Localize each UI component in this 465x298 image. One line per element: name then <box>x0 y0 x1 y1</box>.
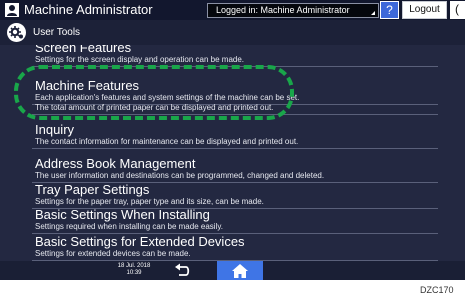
back-arrow-icon <box>175 263 190 276</box>
settings-menu-list: Screen Features Settings for the screen … <box>0 45 465 261</box>
menu-item-description: The contact information for maintenance … <box>35 137 299 146</box>
menu-item-description: Settings for extended devices can be mad… <box>35 249 191 258</box>
divider <box>32 114 438 115</box>
user-tools-icon <box>7 23 26 42</box>
menu-item-title: Inquiry <box>35 122 75 137</box>
menu-item-screen-features[interactable]: Screen Features Settings for the screen … <box>0 45 465 67</box>
figure-code: DZC170 <box>420 285 454 295</box>
date-time-display: 18 Jul. 2018 10:39 <box>112 263 156 277</box>
power-button[interactable]: ( <box>450 1 465 19</box>
menu-item-description: The total amount of printed paper can be… <box>35 103 274 112</box>
login-status-text: Logged in: Machine Administrator <box>216 5 350 15</box>
home-icon <box>232 264 248 278</box>
divider <box>32 66 438 67</box>
menu-item-title: Screen Features <box>35 45 132 55</box>
corner-arrow-icon <box>371 11 375 15</box>
menu-item-description: Settings for the screen display and oper… <box>35 55 245 64</box>
user-icon <box>5 3 19 17</box>
menu-item-basic-settings-when-installing[interactable]: Basic Settings When Installing Settings … <box>0 207 465 234</box>
power-icon: ( <box>455 2 459 16</box>
menu-item-title: Basic Settings for Extended Devices <box>35 234 245 249</box>
back-button[interactable] <box>172 263 192 279</box>
page-title: User Tools <box>33 27 81 38</box>
logout-label: Logout <box>409 4 440 15</box>
menu-item-description: The user information and destinations ca… <box>35 171 325 180</box>
menu-item-title: Address Book Management <box>35 156 196 171</box>
login-status-box[interactable]: Logged in: Machine Administrator <box>207 3 379 18</box>
menu-item-title: Basic Settings When Installing <box>35 207 210 222</box>
menu-item-description: Settings required when installing can be… <box>35 222 223 231</box>
date-text: 18 Jul. 2018 <box>117 263 151 269</box>
help-label: ? <box>386 3 393 17</box>
help-button[interactable]: ? <box>380 1 399 19</box>
time-text: 10:39 <box>126 270 142 276</box>
title-bar: Machine Administrator Logged in: Machine… <box>0 0 465 20</box>
menu-item-title: Tray Paper Settings <box>35 182 150 197</box>
menu-item-description: Settings for the paper tray, paper type … <box>35 197 264 206</box>
screen: Machine Administrator Logged in: Machine… <box>0 0 465 298</box>
menu-item-inquiry[interactable]: Inquiry The contact information for main… <box>0 122 465 149</box>
sub-header: User Tools <box>0 20 465 45</box>
bottom-bar: 18 Jul. 2018 10:39 <box>0 261 465 280</box>
logout-button[interactable]: Logout <box>402 1 447 19</box>
home-button[interactable] <box>217 261 263 280</box>
app-title: Machine Administrator <box>24 2 153 17</box>
menu-item-basic-settings-extended-devices[interactable]: Basic Settings for Extended Devices Sett… <box>0 234 465 261</box>
menu-item-tray-paper-settings[interactable]: Tray Paper Settings Settings for the pap… <box>0 182 465 209</box>
menu-item-address-book-management[interactable]: Address Book Management The user informa… <box>0 156 465 183</box>
menu-item-counter[interactable]: The total amount of printed paper can be… <box>0 88 465 115</box>
divider <box>32 148 438 149</box>
